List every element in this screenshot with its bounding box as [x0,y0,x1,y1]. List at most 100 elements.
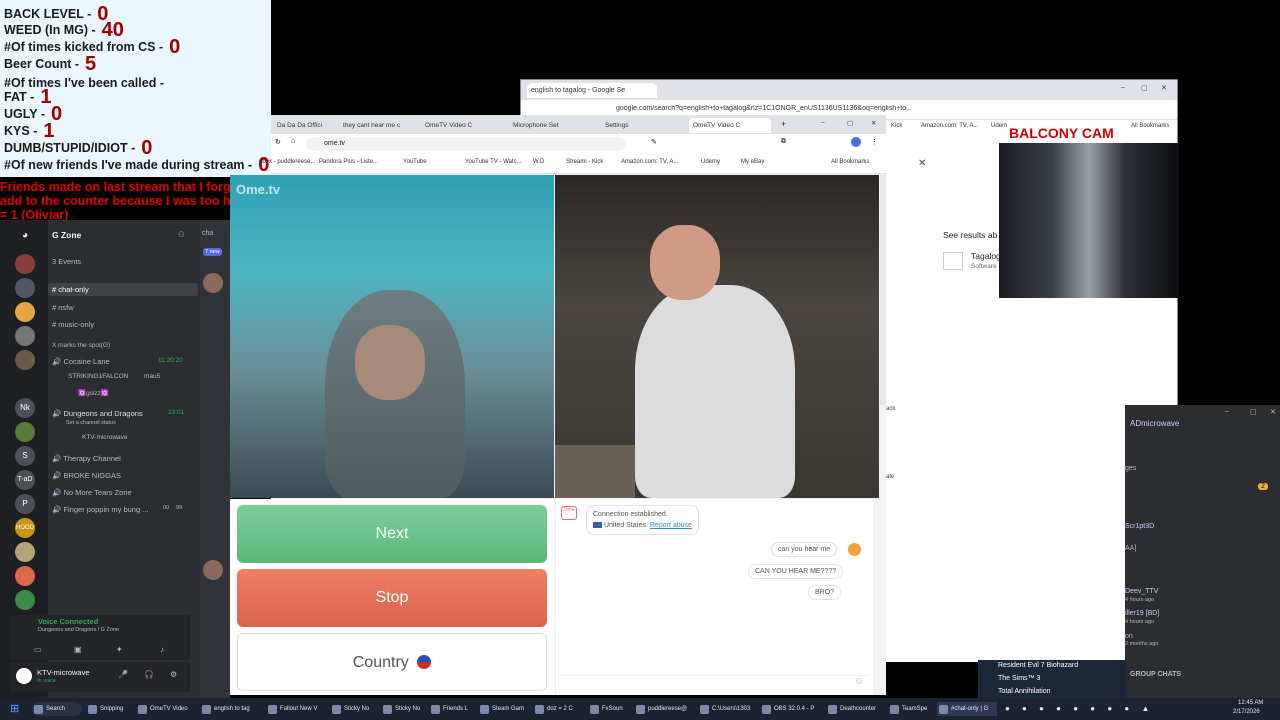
profile-avatar[interactable] [851,137,861,147]
discord-icon[interactable]: ◕ [15,226,35,246]
next-button[interactable]: Next [237,505,547,563]
reload-icon[interactable]: ↻ [275,138,281,146]
taskbar-app[interactable]: Snipping [86,702,134,716]
scrollbar[interactable] [873,499,886,695]
bookmark[interactable]: nbox - puddlereese... [259,159,315,165]
activity-icon[interactable]: ✦ [116,645,123,654]
voice-channel[interactable]: 🔊 BROKE NIGGAS [52,471,121,480]
taskbar-app-active[interactable]: #chat-only | G [937,702,997,716]
taskbar-app[interactable]: OBS 32.0.4 - P [760,702,820,716]
friend-name[interactable]: AA] [1125,545,1136,552]
friend-name[interactable]: Scr1pt3D [1125,523,1154,530]
taskbar-app[interactable]: Sticky No [381,702,425,716]
emoji-icon[interactable]: ☺ [854,676,864,687]
tab[interactable]: they cant hear me c [339,118,419,133]
user-name[interactable]: KTV-microwave [37,668,90,677]
all-bookmarks[interactable]: All Bookmarks [831,159,869,165]
group-chats-header[interactable]: GROUP CHATS [1130,671,1181,678]
avatar[interactable] [203,273,223,293]
tab[interactable]: Da Da Da Offici [273,118,335,133]
maximize-icon[interactable]: ▢ [847,119,853,127]
taskbar-app[interactable]: Steam Gam [478,702,530,716]
bookmark[interactable]: Amazon.com: TV, A... [621,159,678,165]
maximize-icon[interactable]: ▢ [1250,408,1257,416]
tab[interactable]: OmeTV Video C [421,118,503,133]
bookmark[interactable]: Amazon.com: TV, A... [921,123,978,129]
server-icon[interactable]: T-aD [15,470,35,490]
stop-button[interactable]: Stop [237,569,547,627]
bookmark[interactable]: My eBay [741,159,764,165]
server-icon[interactable]: Nk [15,398,35,418]
soundboard-icon[interactable]: ♪ [160,645,164,654]
result-title[interactable]: Tagalog [971,251,1001,261]
taskbar-app[interactable]: TeamSpe [888,702,934,716]
voice-channel[interactable]: 🔊 Cocaine Lane [52,357,110,366]
menu-icon[interactable]: ⋮ [871,138,878,146]
server-icon[interactable] [15,254,35,274]
voice-channel[interactable]: 🔊 Finger poppin my bung ... [52,505,149,514]
all-bookmarks[interactable]: All Bookmarks [1131,123,1169,129]
search-box[interactable]: Search [32,702,82,716]
clock-time[interactable]: 12:45 AM [1238,700,1263,706]
channel-status[interactable]: Set a channel status [66,420,116,426]
tab-google[interactable]: english to tagalog - Google Se [527,83,657,98]
windows-start-icon[interactable]: ⊞ [10,702,19,715]
server-icon[interactable]: P [15,494,35,514]
voice-user[interactable]: mau5 [144,373,160,380]
events-link[interactable]: 3 Events [52,257,81,266]
close-icon[interactable]: ✕ [1270,408,1276,416]
clock-date[interactable]: 2/17/2026 [1233,709,1260,715]
taskbar-app[interactable]: Fallout New V [266,702,326,716]
headset-icon[interactable]: 🎧 [144,670,154,679]
taskbar-app[interactable]: puddlereese@ [634,702,694,716]
add-member-icon[interactable]: ⚇ [178,230,185,239]
server-icon[interactable] [15,350,35,370]
close-icon[interactable]: ✕ [918,158,926,169]
new-tab-icon[interactable]: + [781,119,786,129]
taskbar-app[interactable]: Friends L [429,702,473,716]
close-icon[interactable]: ✕ [1161,84,1167,92]
home-icon[interactable]: ⌂ [291,138,295,145]
server-icon[interactable] [15,422,35,442]
country-button[interactable]: Country [237,633,547,691]
settings-gear-icon[interactable]: ⚙ [170,670,177,679]
taskbar-app[interactable]: FxSoun [588,702,632,716]
bookmark[interactable]: Pandora Plus - Liste... [319,159,378,165]
friend-name[interactable]: iller19 [BD] [1125,610,1159,617]
channel-chat-only[interactable]: # chat-only [48,283,198,296]
maximize-icon[interactable]: ▢ [1141,84,1148,92]
taskbar-app[interactable]: Sticky No [330,702,374,716]
server-icon[interactable]: HOOD [15,518,35,538]
voice-user[interactable]: ✡️gsizz✡️ [78,389,109,397]
taskbar-app[interactable]: C:\Users\1303 [698,702,756,716]
puzzle-icon[interactable]: ⧉ [781,138,786,146]
url-input[interactable]: ome.tv [306,137,626,151]
voice-user[interactable]: KTV-microwave [82,434,128,441]
user-avatar[interactable] [16,668,32,684]
new-messages-badge[interactable]: 7 new [203,248,222,256]
report-abuse-link[interactable]: Report abuse [650,522,692,529]
tray-icons[interactable]: ● ● ● ● ● ● ● ● ▲ [1005,704,1154,713]
taskbar-app[interactable]: OmeTV Video [136,702,196,716]
voice-connected[interactable]: Voice Connected [38,617,98,626]
friend-name[interactable]: on [1125,633,1133,640]
minimize-icon[interactable]: – [1225,408,1229,415]
screen-share-icon[interactable]: ▣ [74,645,82,654]
voice-channel[interactable]: 🔊 Dungeons and Dragons [52,409,143,418]
friend-name[interactable]: Deev_TTV [1125,588,1158,595]
server-icon[interactable]: S [15,446,35,466]
category-label[interactable]: X marks the spot(G) [52,342,110,349]
group-user[interactable]: ADmicrowave [1130,419,1179,428]
avatar[interactable] [203,560,223,580]
voice-user[interactable]: STRIKING1FALCON [68,373,128,380]
tab[interactable]: Microphone Set [509,118,593,133]
bookmark[interactable]: YouTube [403,159,427,165]
chat-input[interactable] [560,675,870,691]
server-icon[interactable] [15,278,35,298]
voice-channel[interactable]: 🔊 No More Tears Zone [52,488,132,497]
tab-ometv-active[interactable]: OmeTV Video C [689,118,771,133]
channel-music-only[interactable]: # music-only [52,320,94,329]
camera-icon[interactable]: ▭ [34,645,42,654]
bookmark[interactable]: Streami - Kick [566,159,603,165]
tab[interactable]: Settings [601,118,679,133]
